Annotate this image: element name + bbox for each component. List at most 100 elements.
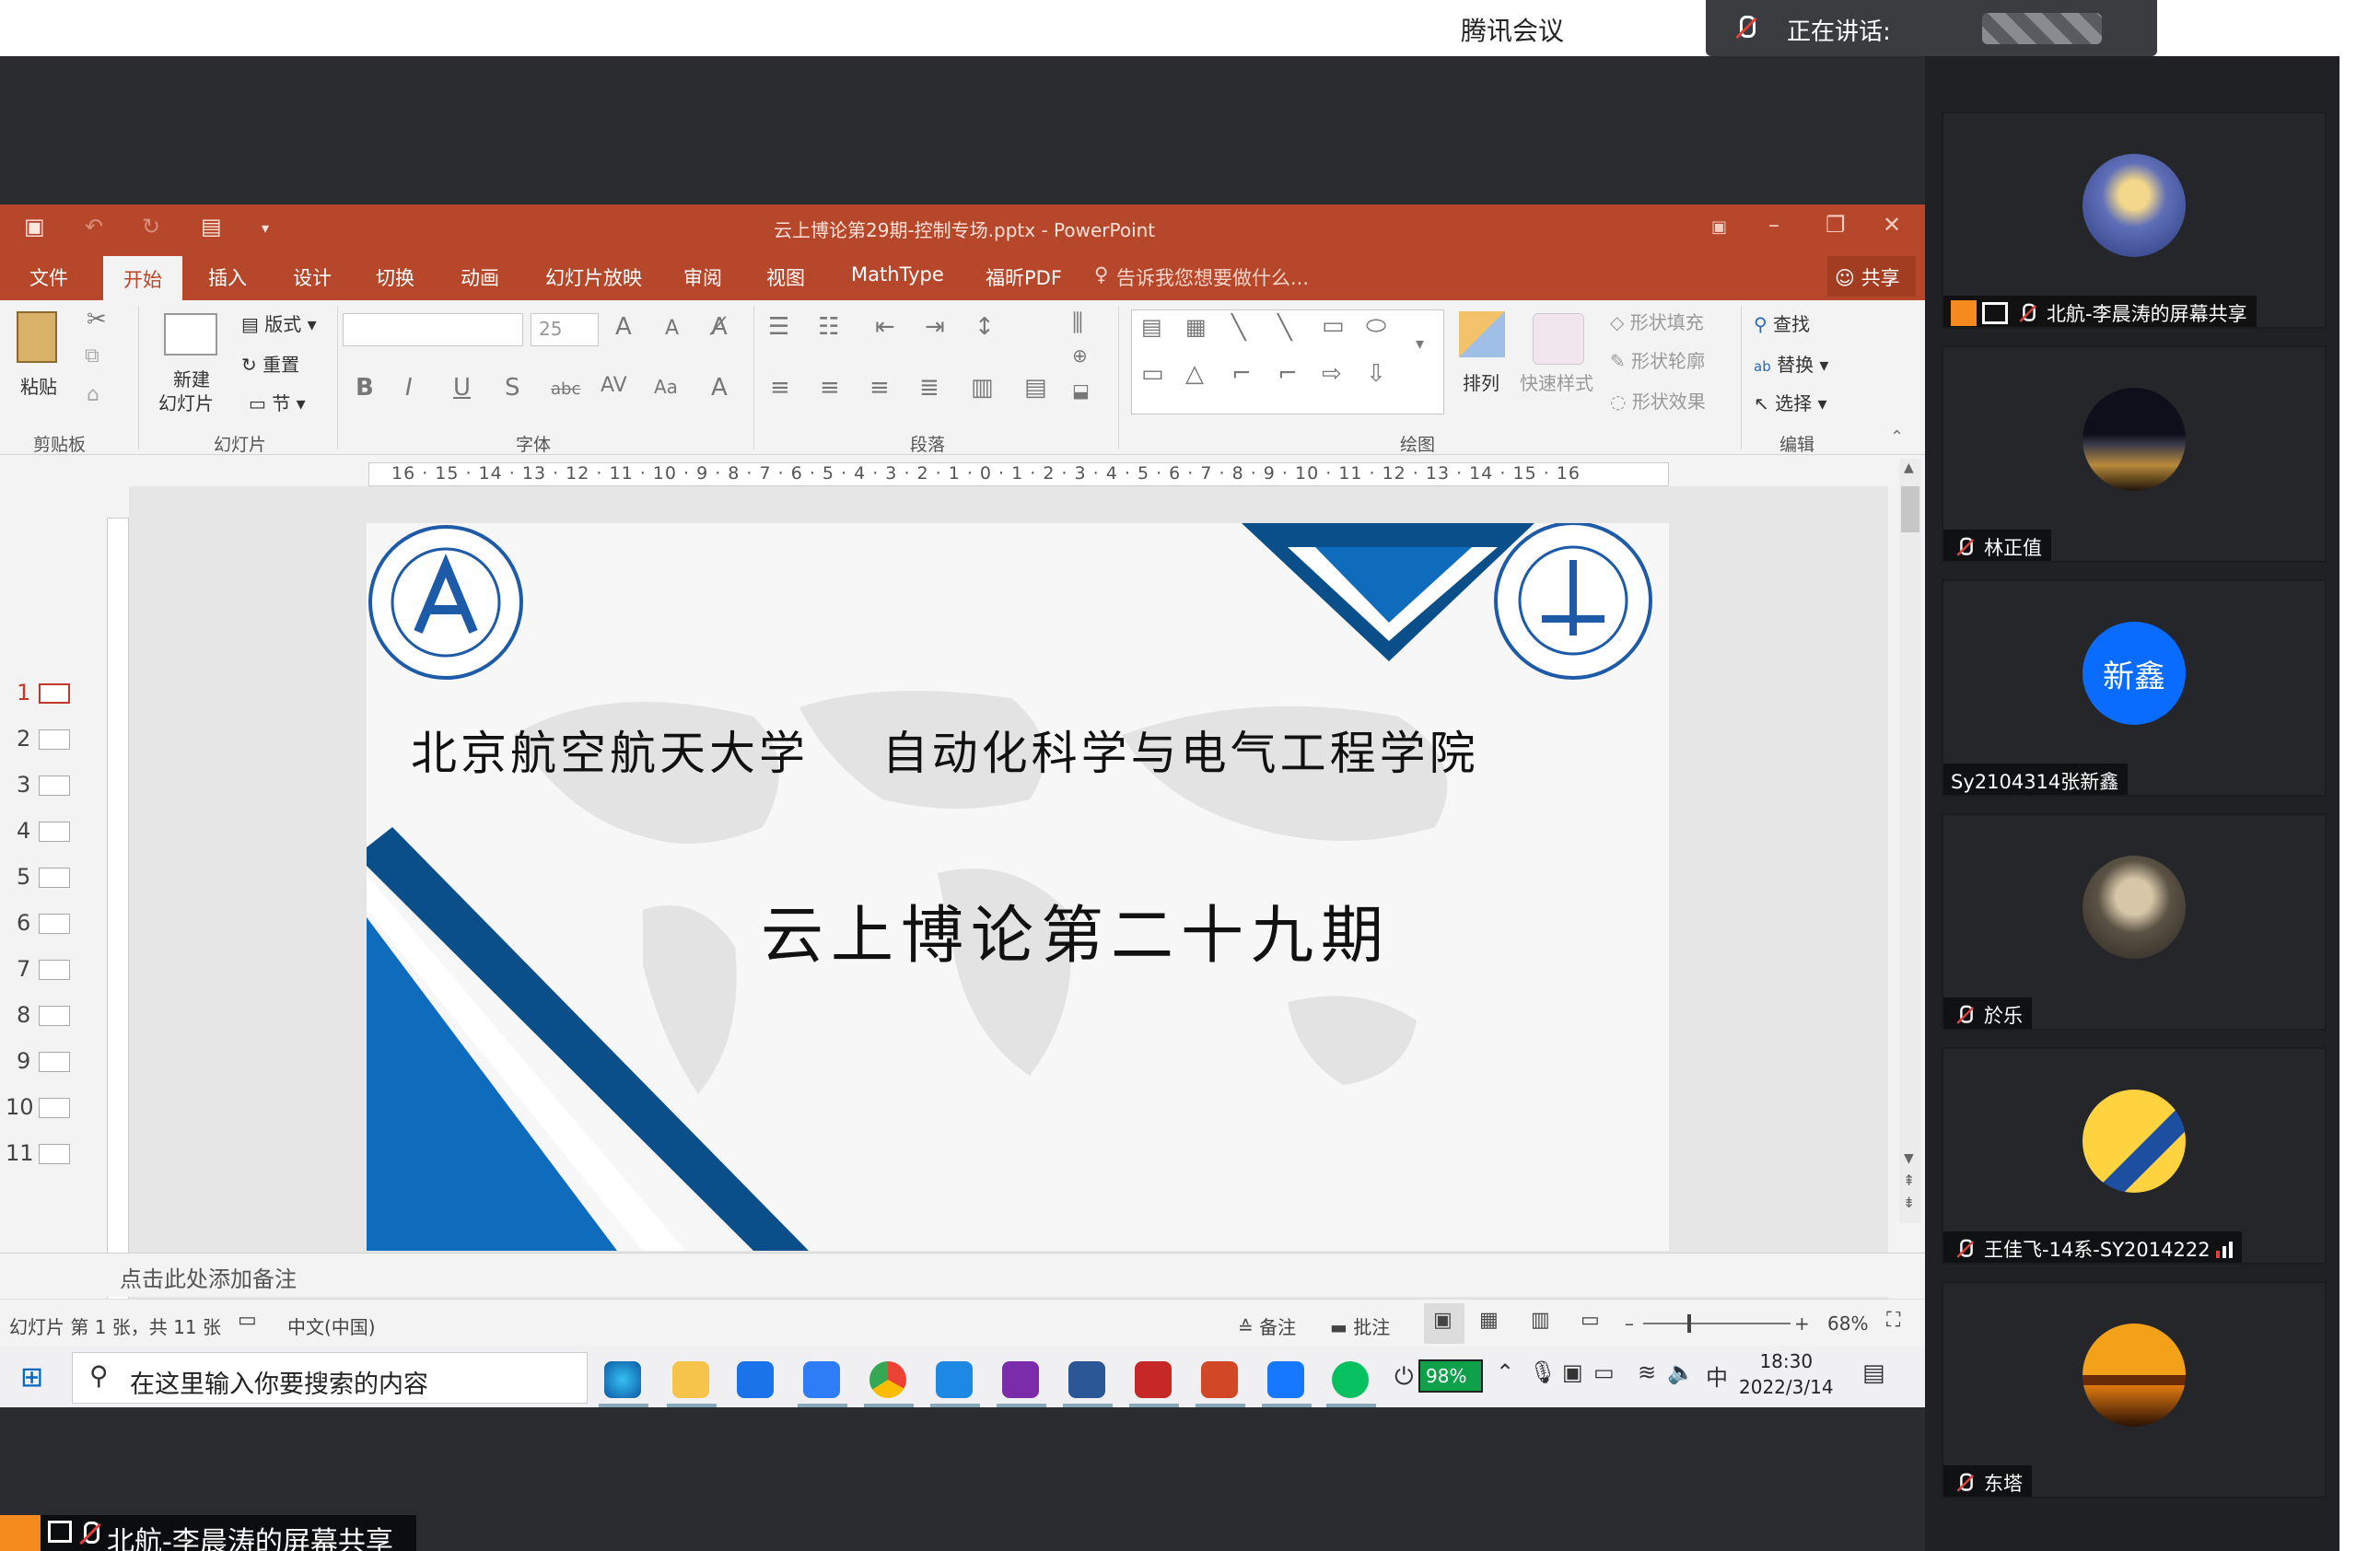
zoom-slider[interactable] (1643, 1323, 1791, 1324)
section-button[interactable]: ▭ 节 ▾ (249, 389, 306, 415)
pdf-reader-icon[interactable] (1002, 1361, 1039, 1398)
quick-styles-button[interactable]: 快速样式 (1520, 368, 1593, 395)
reset-button[interactable]: ↻ 重置 (241, 350, 299, 377)
thumb-number[interactable]: 2 (17, 726, 30, 752)
tell-me-search[interactable]: 告诉我您想要做什么... (1116, 263, 1309, 291)
quick-styles-icon[interactable] (1533, 313, 1584, 365)
save-icon[interactable]: ▣ (24, 214, 45, 239)
language-indicator[interactable]: 中文(中国) (287, 1312, 376, 1339)
slide-thumbnail[interactable] (39, 1006, 70, 1026)
minimize-icon[interactable]: – (1768, 212, 1779, 238)
comments-toggle[interactable]: ▬ 批注 (1330, 1312, 1390, 1339)
underline-icon[interactable]: U (453, 374, 471, 402)
wifi-icon[interactable]: ≋ (1638, 1359, 1656, 1385)
tab-transitions[interactable]: 切换 (376, 263, 414, 291)
slide-thumbnail[interactable] (39, 960, 70, 980)
line-spacing-icon[interactable]: ↕ (974, 313, 995, 341)
microphone-icon[interactable]: 🎙 (1529, 1359, 1557, 1385)
ribbon-display-icon[interactable]: ▣ (1711, 217, 1727, 237)
slide-thumbnail[interactable] (39, 1052, 70, 1072)
mail-icon[interactable] (737, 1361, 774, 1398)
battery-icon[interactable]: ▭ (1593, 1359, 1615, 1385)
current-slide[interactable]: 北京航空航天大学 自动化科学与电气工程学院 云上博论第二十九期 (367, 523, 1669, 1251)
new-slide-label[interactable]: 新建 (173, 365, 210, 391)
layout-button[interactable]: ▤ 版式 ▾ (241, 309, 317, 336)
clear-formatting-icon[interactable]: A̸ (711, 313, 728, 341)
thumb-number[interactable]: 4 (17, 818, 30, 844)
restore-icon[interactable]: ❐ (1826, 212, 1846, 238)
slide-sorter-icon[interactable]: ▦ (1479, 1309, 1499, 1332)
chrome-icon[interactable] (869, 1361, 906, 1398)
align-left-icon[interactable]: ≡ (770, 374, 790, 402)
spellcheck-icon[interactable]: ▭ (238, 1309, 257, 1332)
participant-tile[interactable]: 东塔 (1942, 1281, 2327, 1499)
thumb-number[interactable]: 6 (17, 910, 30, 936)
text-shadow-icon[interactable]: S (505, 374, 520, 402)
shape-fill-button[interactable]: ◇ 形状填充 (1610, 308, 1704, 334)
participant-tile[interactable]: 北航-李晨涛的屏幕共享 (1942, 111, 2327, 329)
reading-view-icon[interactable]: ▥ (1531, 1309, 1550, 1332)
thumb-number[interactable]: 3 (17, 772, 30, 798)
font-size-box[interactable]: 25 (531, 313, 599, 346)
zoom-out-icon[interactable]: – (1625, 1312, 1634, 1335)
taskbar-search[interactable]: ⚲ 在这里输入你要搜索的内容 (72, 1352, 588, 1404)
word-icon[interactable] (1068, 1361, 1105, 1398)
format-painter-icon[interactable]: ⌂ (87, 383, 99, 406)
numbering-icon[interactable]: ☷ (818, 313, 839, 341)
tab-file[interactable]: 文件 (29, 263, 68, 291)
arrange-button[interactable]: 排列 (1463, 368, 1499, 395)
close-icon[interactable]: ✕ (1883, 212, 1901, 238)
paste-button-label[interactable]: 粘贴 (20, 372, 57, 399)
undo-icon[interactable]: ↶ (85, 214, 103, 239)
edge-icon[interactable] (604, 1361, 641, 1398)
italic-icon[interactable]: I (405, 374, 413, 402)
tab-view[interactable]: 视图 (766, 263, 805, 291)
redo-icon[interactable]: ↻ (142, 214, 160, 239)
arrange-icon[interactable] (1459, 311, 1505, 357)
wechat-icon[interactable] (1332, 1361, 1369, 1398)
volume-icon[interactable]: 🔈 (1667, 1359, 1695, 1385)
notes-toggle[interactable]: ≙ 备注 (1238, 1312, 1296, 1339)
normal-view-icon[interactable]: ▣ (1424, 1303, 1464, 1344)
decrease-indent-icon[interactable]: ⇤ (875, 313, 895, 341)
file-explorer-icon[interactable] (672, 1361, 709, 1398)
char-spacing-icon[interactable]: AV (601, 374, 627, 397)
participant-tile[interactable]: 於乐 (1942, 813, 2327, 1031)
zoom-level[interactable]: 68% (1827, 1312, 1868, 1335)
align-center-icon[interactable]: ≡ (820, 374, 840, 402)
thumb-number[interactable]: 10 (6, 1094, 34, 1120)
replace-button[interactable]: ab 替换 ▾ (1754, 350, 1828, 377)
scroll-down-icon[interactable]: ▼ (1904, 1151, 1914, 1166)
change-case-icon[interactable]: Aa (654, 376, 678, 398)
shrink-font-icon[interactable]: A (665, 317, 679, 340)
fit-to-window-icon[interactable]: ⛶ (1886, 1309, 1900, 1332)
smartart-icon[interactable]: ⬓ (1072, 379, 1090, 402)
collapse-ribbon-icon[interactable]: ⌃ (1890, 427, 1904, 447)
text-direction-icon[interactable]: ⫼ (1072, 309, 1083, 338)
slide-thumbnail[interactable] (39, 729, 70, 750)
thumb-number[interactable]: 5 (17, 864, 30, 890)
zoom-in-icon[interactable]: + (1794, 1312, 1810, 1335)
slide-thumbnail[interactable] (39, 914, 70, 934)
tab-slideshow[interactable]: 幻灯片放映 (545, 263, 642, 291)
thumb-number[interactable]: 11 (6, 1140, 34, 1166)
share-button[interactable]: ☺ 共享 (1827, 256, 1916, 297)
slide-thumbnail[interactable] (39, 868, 70, 888)
bullets-icon[interactable]: ☰ (768, 313, 789, 341)
slide-thumbnail[interactable] (39, 683, 70, 704)
line-shape-icon[interactable]: ╲ (1231, 314, 1246, 342)
bold-icon[interactable]: B (356, 374, 374, 402)
textbox-shape-icon[interactable]: ▤ (1141, 314, 1162, 340)
shape-effects-button[interactable]: ◌ 形状效果 (1610, 387, 1706, 414)
grow-font-icon[interactable]: A (615, 313, 632, 341)
participant-tile[interactable]: 林正值 (1942, 345, 2327, 563)
new-slide-icon[interactable] (164, 313, 217, 356)
ime-indicator[interactable]: 中 (1706, 1359, 1728, 1392)
down-arrow-shape-icon[interactable]: ⇩ (1366, 360, 1386, 388)
windows-start-icon[interactable]: ⊞ (20, 1361, 43, 1394)
rectangle-shape-icon[interactable]: ▭ (1322, 312, 1345, 340)
tab-foxit-pdf[interactable]: 福昕PDF (986, 263, 1062, 291)
oval-shape-icon[interactable]: ⬭ (1366, 312, 1386, 341)
start-slideshow-icon[interactable]: ▤ (201, 214, 222, 239)
thumb-number[interactable]: 7 (17, 956, 30, 982)
